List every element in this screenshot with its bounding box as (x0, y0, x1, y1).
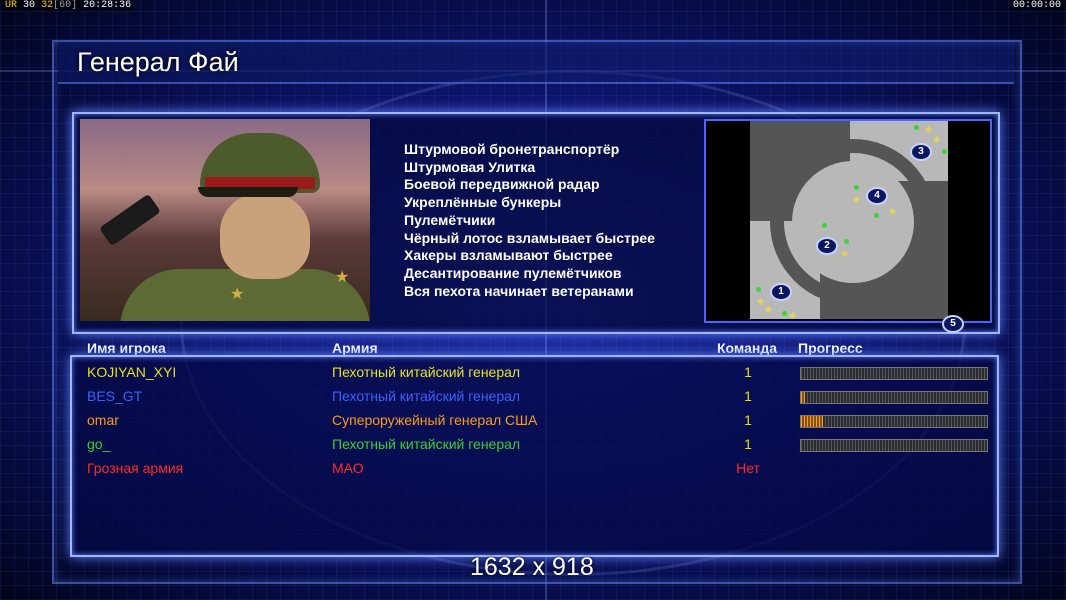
perk-item: Штурмовой бронетранспортёр (404, 141, 620, 157)
general-perks-list: Штурмовой бронетранспортёр Штурмовая Ули… (404, 141, 655, 300)
column-header-army: Армия (332, 340, 378, 356)
perk-item: Укреплённые бункеры (404, 194, 562, 211)
loading-progress-bar (800, 415, 988, 428)
perk-item: Боевой передвижной радар (404, 176, 600, 193)
perk-item: Хакеры взламывают быстрее (404, 247, 613, 264)
player-team: 1 (744, 364, 752, 380)
minimap-start-position: 4 (866, 187, 888, 205)
perk-item: Штурмовая Улитка (404, 158, 536, 175)
player-name: omar (87, 412, 119, 428)
hud-fps-clock: UR 30 32[60] 20:28:36 (2, 0, 135, 11)
player-name: go_ (87, 436, 111, 452)
player-team: 1 (744, 388, 752, 404)
perk-item: Десантирование пулемётчиков (404, 264, 622, 281)
loading-progress-bar (800, 391, 988, 404)
hud-fps: 30 (23, 0, 36, 11)
portrait-star-icon: ★ (230, 286, 245, 303)
player-team: 1 (744, 436, 752, 452)
minimap-resource-icon (914, 125, 919, 130)
table-row: Грозная армия МАО Нет (0, 460, 1066, 482)
player-team: 1 (744, 412, 752, 428)
hud-fps-cap: [60] (53, 0, 78, 11)
loading-progress-fill (801, 416, 824, 427)
hud-clock: 20:28:36 (83, 0, 132, 11)
loading-progress-bar (800, 439, 988, 452)
loading-progress-bar (800, 367, 988, 380)
player-army: Пехотный китайский генерал (332, 388, 521, 404)
perk-item: Пулемётчики (404, 211, 496, 228)
column-header-team: Команда (717, 340, 777, 356)
player-army: МАО (332, 460, 364, 476)
minimap-start-position: 3 (910, 143, 932, 161)
minimap-resource-icon (822, 223, 827, 228)
portrait-face (220, 193, 310, 279)
minimap-start-position-external: 5 (942, 315, 964, 333)
table-row: KOJIYAN_XYI Пехотный китайский генерал 1 (0, 364, 1066, 386)
player-army: Пехотный китайский генерал (332, 364, 521, 380)
minimap-resource-icon (874, 213, 879, 218)
portrait-star-icon: ★ (335, 269, 350, 286)
table-row: go_ Пехотный китайский генерал 1 (0, 436, 1066, 458)
hud-fps-target: 32 (41, 0, 54, 11)
loading-progress-fill (801, 392, 805, 403)
hud-ur-label: UR (5, 0, 18, 11)
minimap-resource-icon (844, 239, 849, 244)
player-team: Нет (736, 460, 760, 476)
table-row: BES_GT Пехотный китайский генерал 1 (0, 388, 1066, 410)
player-army: Супероружейный генерал США (332, 412, 538, 428)
general-title: Генерал Фай (77, 47, 239, 77)
column-header-player: Имя игрока (87, 340, 166, 356)
table-row: omar Супероружейный генерал США 1 (0, 412, 1066, 434)
minimap-center-plateau (792, 161, 914, 283)
player-name: BES_GT (87, 388, 143, 404)
column-header-progress: Прогресс (798, 340, 863, 356)
minimap-start-position: 2 (816, 237, 838, 255)
minimap: 1 2 3 4 (704, 119, 992, 323)
hud-timer: 00:00:00 (1009, 0, 1064, 11)
player-name: Грозная армия (87, 460, 184, 476)
perk-item: Вся пехота начинает ветеранами (404, 282, 634, 299)
minimap-resource-icon (782, 311, 787, 316)
player-name: KOJIYAN_XYI (87, 364, 177, 380)
portrait-pistol (99, 193, 161, 247)
resolution-label: 1632 x 918 (470, 553, 594, 581)
general-portrait: ★ ★ (80, 119, 370, 321)
perk-item: Чёрный лотос взламывает быстрее (404, 229, 656, 246)
minimap-start-position: 1 (770, 283, 792, 301)
minimap-terrain: 1 2 3 4 (750, 121, 948, 319)
minimap-resource-icon (942, 149, 947, 154)
portrait-cap-visor (198, 187, 298, 197)
minimap-resource-icon (854, 185, 859, 190)
minimap-resource-icon (756, 287, 761, 292)
player-army: Пехотный китайский генерал (332, 436, 521, 452)
